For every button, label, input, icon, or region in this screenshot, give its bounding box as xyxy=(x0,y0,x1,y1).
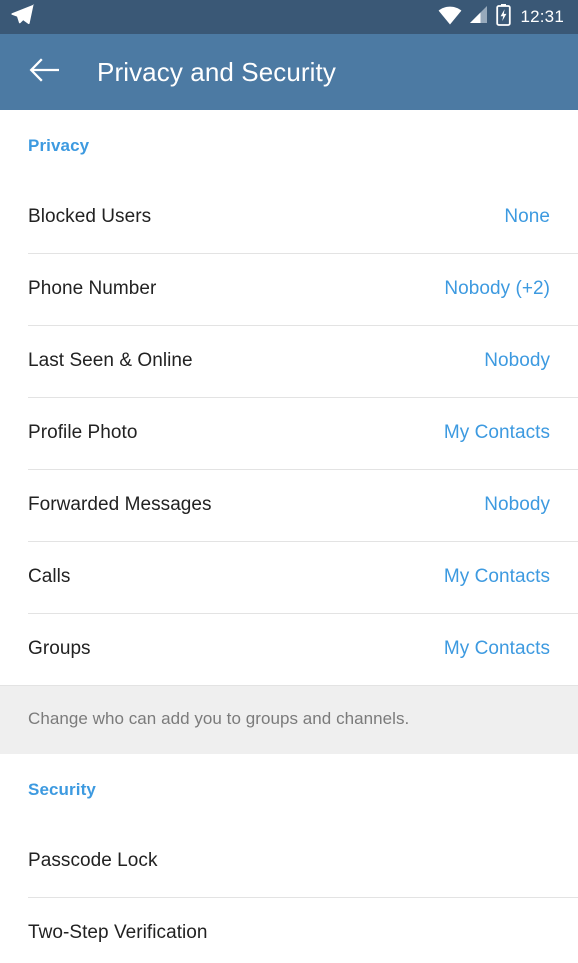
status-bar-clock: 12:31 xyxy=(520,7,564,26)
setting-value: None xyxy=(504,206,550,227)
telegram-paper-plane-icon xyxy=(10,2,36,33)
setting-value: Nobody (+2) xyxy=(444,278,550,299)
back-arrow-icon xyxy=(29,57,60,88)
privacy-section-footer: Change who can add you to groups and cha… xyxy=(0,685,578,755)
section-header-security: Security xyxy=(28,779,96,799)
privacy-and-security-screen: 12:31 Privacy and Security Privacy Block… xyxy=(0,0,578,963)
setting-value: Nobody xyxy=(484,494,550,515)
setting-row-calls[interactable]: Calls My Contacts xyxy=(0,541,578,613)
setting-row-forwarded-messages[interactable]: Forwarded Messages Nobody xyxy=(0,469,578,541)
setting-label: Two-Step Verification xyxy=(28,922,208,944)
status-bar-indicators: 12:31 xyxy=(438,3,564,31)
page-title: Privacy and Security xyxy=(97,56,336,87)
setting-value: My Contacts xyxy=(443,566,550,587)
setting-label: Calls xyxy=(28,566,71,587)
setting-row-profile-photo[interactable]: Profile Photo My Contacts xyxy=(0,397,578,469)
setting-value: My Contacts xyxy=(443,422,550,443)
settings-list: Privacy Blocked Users None Phone Number … xyxy=(0,110,578,963)
back-button[interactable] xyxy=(22,50,66,94)
wifi-icon xyxy=(438,5,462,30)
privacy-section-footer-text: Change who can add you to groups and cha… xyxy=(28,709,410,728)
setting-row-two-step-verification[interactable]: Two-Step Verification xyxy=(0,897,578,963)
status-bar-notifications xyxy=(10,2,36,33)
setting-row-passcode-lock[interactable]: Passcode Lock xyxy=(0,825,578,898)
setting-label: Last Seen & Online xyxy=(28,350,193,371)
setting-label: Groups xyxy=(28,638,91,659)
setting-row-blocked-users[interactable]: Blocked Users None xyxy=(0,181,578,253)
battery-charging-icon xyxy=(496,3,512,31)
setting-label: Blocked Users xyxy=(28,206,152,227)
setting-row-phone-number[interactable]: Phone Number Nobody (+2) xyxy=(0,253,578,325)
status-bar: 12:31 xyxy=(0,0,578,34)
setting-label: Passcode Lock xyxy=(28,850,158,872)
setting-label: Profile Photo xyxy=(28,422,138,443)
setting-value: My Contacts xyxy=(443,638,550,659)
setting-label: Phone Number xyxy=(28,278,157,299)
setting-row-last-seen-and-online[interactable]: Last Seen & Online Nobody xyxy=(0,325,578,397)
section-header-privacy: Privacy xyxy=(28,135,90,155)
setting-value: Nobody xyxy=(484,350,550,371)
app-bar: Privacy and Security xyxy=(0,34,578,110)
setting-row-groups[interactable]: Groups My Contacts xyxy=(0,613,578,685)
cellular-signal-icon xyxy=(469,5,489,30)
setting-label: Forwarded Messages xyxy=(28,494,212,515)
